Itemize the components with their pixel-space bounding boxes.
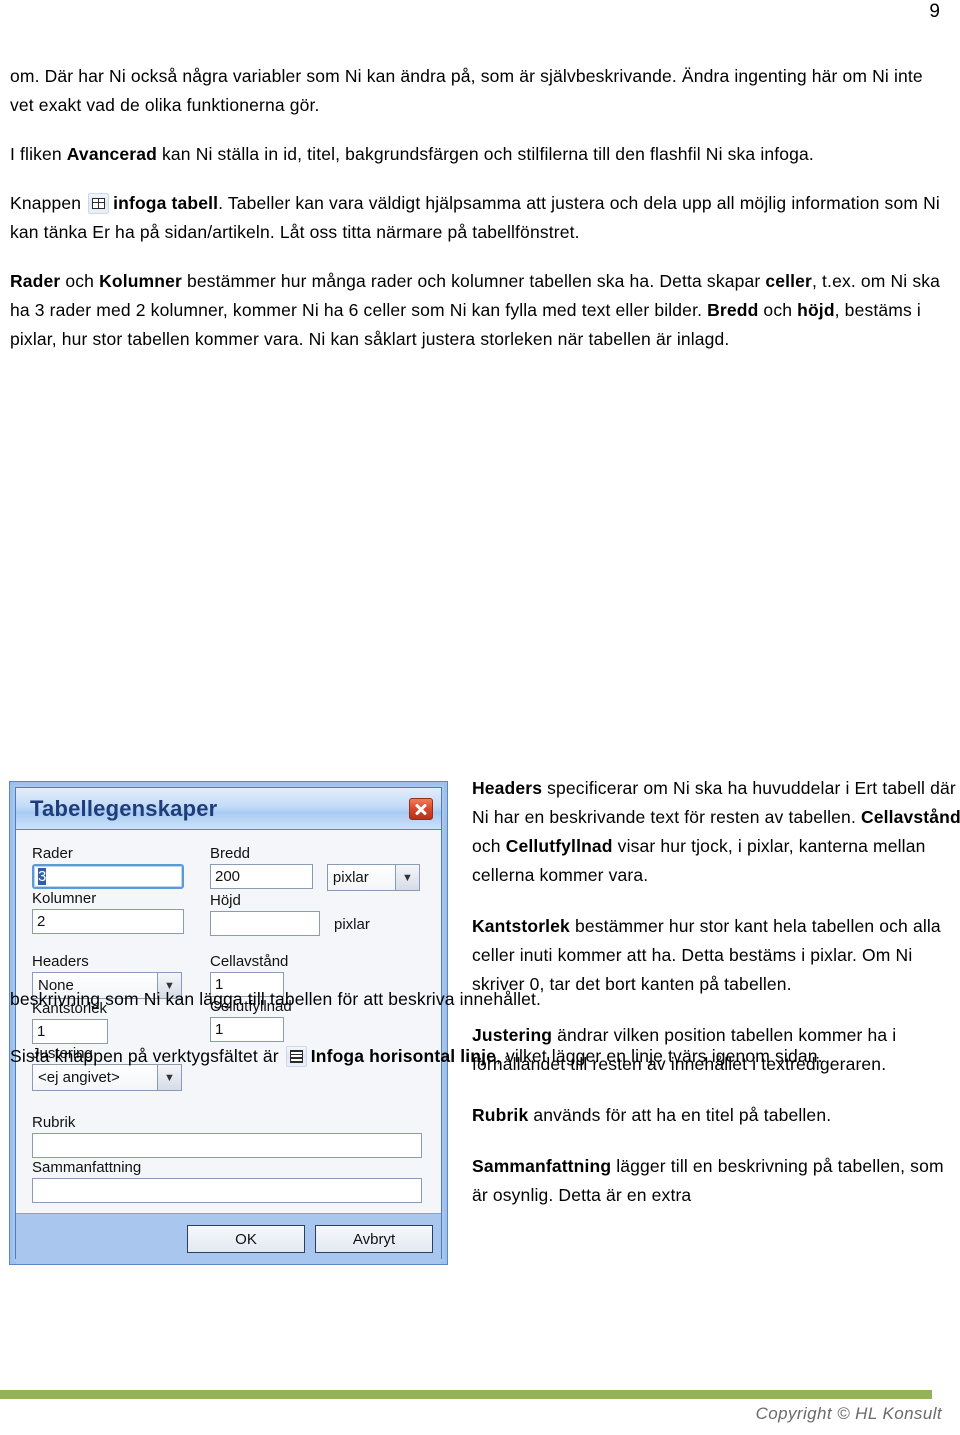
row-rubrik: Rubrik [32, 1113, 425, 1158]
insert-table-icon [88, 193, 110, 214]
bredd-unit-select[interactable]: pixlar ▼ [326, 864, 420, 891]
text-run: Knappen [10, 193, 87, 213]
term-bredd: Bredd [707, 300, 759, 320]
cancel-button[interactable]: Avbryt [315, 1225, 433, 1253]
text-run: beskrivning som Ni kan lägga till tabell… [10, 989, 542, 1009]
bredd-label: Bredd [210, 845, 251, 862]
text-run: används för att ha en titel på tabellen. [528, 1105, 832, 1125]
text-run: kan Ni ställa in id, titel, bakgrundsfär… [157, 144, 814, 164]
column-right-top: Bredd 200 pixlar ▼ Höjd pixlar [210, 844, 420, 938]
text-run: Sista knappen på verktygsfältet är [10, 1046, 284, 1066]
term-rubrik: Rubrik [472, 1105, 529, 1125]
text-run: , vilket lägger en linje tvärs igenom si… [496, 1046, 823, 1066]
cellavstand-label: Cellavstånd [210, 953, 289, 970]
bredd-input[interactable]: 200 [210, 864, 313, 889]
ok-button[interactable]: OK [187, 1225, 305, 1253]
term-infoga-tabell: infoga tabell [113, 193, 219, 213]
sammanfattning-input[interactable] [32, 1178, 422, 1203]
close-icon[interactable] [409, 797, 433, 820]
text-run: I fliken [10, 144, 67, 164]
kolumner-label: Kolumner [32, 890, 97, 907]
hojd-row: pixlar [210, 911, 420, 938]
term-hojd: höjd [797, 300, 835, 320]
below-figure-text: beskrivning som Ni kan lägga till tabell… [10, 985, 950, 1091]
term-sammanfattning: Sammanfattning [472, 1156, 612, 1176]
paragraph-rubrik: Rubrik används för att ha en titel på ta… [472, 1101, 960, 1130]
term-avancerad: Avancerad [66, 144, 157, 164]
chevron-down-icon: ▼ [395, 865, 419, 890]
text-run: och [758, 300, 798, 320]
paragraph-sammanfattning: Sammanfattning lägger till en beskrivnin… [472, 1152, 960, 1210]
paragraph-infoga-tabell: Knappen infoga tabell. Tabeller kan vara… [10, 189, 950, 247]
headers-label: Headers [32, 953, 89, 970]
dialog-titlebar[interactable]: Tabellegenskaper [16, 788, 441, 830]
hojd-label: Höjd [210, 892, 241, 909]
dialog-title: Tabellegenskaper [30, 795, 218, 821]
term-kolumner: Kolumner [99, 271, 182, 291]
rader-input[interactable]: 3 [32, 864, 184, 889]
paragraph-sista-knappen: Sista knappen på verktygsfältet är Infog… [10, 1042, 950, 1071]
rader-label: Rader [32, 845, 73, 862]
term-rader: Rader [10, 271, 61, 291]
paragraph-intro-text: om. Där har Ni också några variabler som… [10, 66, 923, 115]
footer-divider-bar [0, 1390, 932, 1399]
term-cellavstand: Cellavstånd [860, 807, 960, 827]
term-kantstorlek: Kantstorlek [472, 916, 570, 936]
text-run: och [60, 271, 100, 291]
rader-input-value: 3 [38, 868, 47, 885]
hojd-unit-label: pixlar [334, 916, 370, 933]
dialog-footer: OK Avbryt [16, 1214, 441, 1264]
paragraph-intro: om. Där har Ni också några variabler som… [10, 62, 950, 120]
kolumner-input[interactable]: 2 [32, 909, 184, 934]
column-left-top: Rader 3 Kolumner 2 [32, 844, 210, 938]
rubrik-input[interactable] [32, 1133, 422, 1158]
bredd-unit-value: pixlar [332, 869, 369, 886]
term-cellutfyllnad: Cellutfyllnad [505, 836, 613, 856]
rubrik-label: Rubrik [32, 1114, 76, 1131]
hojd-input[interactable] [210, 911, 320, 936]
term-headers: Headers [472, 778, 543, 798]
text-run: bestämmer hur många rader och kolumner t… [181, 271, 766, 291]
paragraph-rader-kolumner: Rader och Kolumner bestämmer hur många r… [10, 267, 950, 354]
paragraph-avancerad: I fliken Avancerad kan Ni ställa in id, … [10, 140, 950, 169]
term-infoga-horisontal-linje: Infoga horisontal linje [310, 1046, 496, 1066]
row-sammanfattning: Sammanfattning [32, 1158, 425, 1203]
paragraph-beskrivning: beskrivning som Ni kan lägga till tabell… [10, 985, 950, 1014]
footer-copyright: Copyright © HL Konsult [755, 1404, 942, 1423]
row-rader-bredd: Rader 3 Kolumner 2 Bredd 200 pixlar ▼ Hö… [32, 844, 425, 938]
document-content: om. Där har Ni också några variabler som… [10, 62, 960, 1264]
sammanfattning-label: Sammanfattning [32, 1159, 142, 1176]
text-run: och [472, 836, 506, 856]
page-number: 9 [929, 1, 940, 22]
term-celler: celler [765, 271, 813, 291]
paragraph-headers: Headers specificerar om Ni ska ha huvudd… [472, 774, 960, 890]
bredd-row: 200 pixlar ▼ [210, 864, 420, 891]
insert-horizontal-line-icon [285, 1046, 307, 1067]
